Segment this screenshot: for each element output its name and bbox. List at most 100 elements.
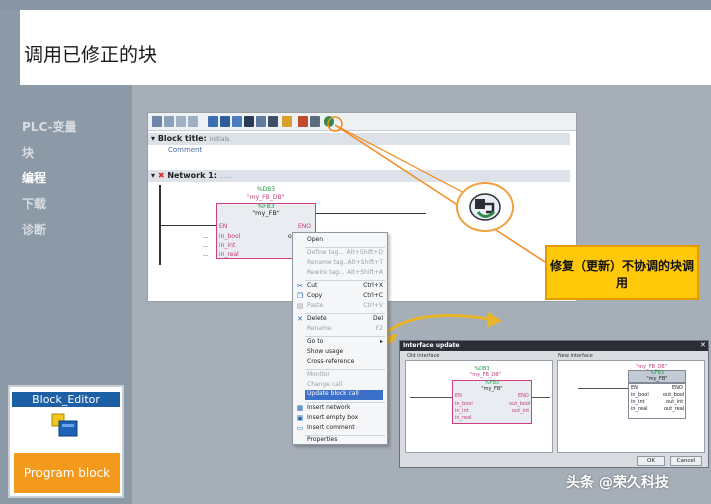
new-wire-left [578, 388, 628, 389]
pin-in-real: in_real [219, 251, 239, 258]
old-pin-out-bool: out_bool [509, 401, 531, 407]
chevron-right-icon: ▸ [379, 338, 383, 345]
menu-item-monitor[interactable]: Monitor [307, 371, 385, 381]
paste-icon: ▤ [296, 302, 304, 310]
update-block-call-icon[interactable] [324, 116, 334, 127]
menu-item-open[interactable]: Open [307, 236, 385, 246]
menu-item-rename-tag[interactable]: Rename tag... Alt+Shift+T [307, 259, 385, 269]
toolbar-icon-12[interactable] [298, 116, 308, 127]
dots-1: ... [203, 233, 209, 240]
new-pin-in-real: in_real [631, 406, 648, 412]
copy-icon: ❐ [296, 292, 304, 300]
program-block-button[interactable]: Program block [14, 453, 120, 493]
menu-item-rewire-tag[interactable]: Rewire tag... Alt+Shift+A [307, 269, 385, 279]
cancel-button[interactable]: Cancel [670, 456, 702, 466]
old-fb-name: "my_FB" [481, 386, 503, 392]
insert-network-icon: ▦ [296, 404, 304, 412]
toolbar-icon-4[interactable] [188, 116, 198, 127]
toolbar-icon-6[interactable] [220, 116, 230, 127]
nav-item-download[interactable]: 下载 [22, 195, 46, 212]
close-icon[interactable]: ✕ [700, 341, 706, 349]
old-pin-en: EN [455, 393, 462, 399]
toolbar-icon-7[interactable] [232, 116, 242, 127]
pin-en: EN [219, 223, 228, 230]
dialog-title: Interface update [400, 341, 708, 351]
editor-toolbar [148, 113, 576, 131]
old-wire-right [532, 397, 550, 398]
menu-separator [305, 280, 385, 281]
watermark: 头条 @荣久科技 [566, 475, 669, 491]
old-pin-in-bool: in_bool [455, 401, 473, 407]
toolbar-icon-11[interactable] [282, 116, 292, 127]
rung-line [161, 225, 216, 226]
slide-title: 调用已修正的块 [24, 44, 158, 66]
nav-item-plc-tags[interactable]: PLC-变量 [22, 118, 77, 135]
block-title-value: Initials [209, 136, 230, 143]
old-pin-in-int: in_int [455, 408, 469, 414]
network-value: ...... [219, 173, 232, 180]
menu-item-properties[interactable]: Properties [307, 436, 385, 446]
cut-icon: ✂ [297, 282, 303, 290]
top-bar [0, 0, 711, 10]
menu-separator [305, 402, 385, 403]
menu-separator [305, 369, 385, 370]
old-pin-eno: ENO [518, 393, 529, 399]
network-label: Network 1: [167, 171, 217, 180]
delete-icon: ✕ [297, 315, 303, 323]
block-editor-header: Block_Editor [12, 392, 120, 407]
toolbar-icon-2[interactable] [164, 116, 174, 127]
menu-item-define-tag[interactable]: Define tag... Alt+Shift+D [307, 249, 385, 259]
nav-item-diagnostics[interactable]: 诊断 [22, 221, 46, 238]
block-editor-icon [51, 413, 78, 437]
callout-text: 修复（更新）不协调的块调用 [549, 259, 694, 290]
menu-item-show-usage[interactable]: Show usage [307, 348, 385, 358]
toolbar-icon-5[interactable] [208, 116, 218, 127]
menu-separator [305, 336, 385, 337]
toolbar-icon-10[interactable] [268, 116, 278, 127]
old-db-name: "my_FB_DB" [470, 372, 502, 378]
context-menu: Open Define tag... Alt+Shift+D Rename tag… [292, 232, 388, 445]
new-pin-out-bool: out_bool [663, 392, 685, 398]
new-pin-eno: ENO [672, 385, 683, 391]
nav-item-programming[interactable]: 编程 [22, 169, 46, 186]
db-number: %DB3 [256, 186, 276, 193]
menu-separator [305, 247, 385, 248]
menu-item-cut[interactable]: Cut Ctrl+X [307, 282, 385, 292]
menu-item-delete[interactable]: Delete Del [307, 315, 385, 325]
toolbar-icon-8[interactable] [244, 116, 254, 127]
block-title-section: ▾ Block title: Initials [148, 133, 570, 145]
old-wire-left [410, 397, 452, 398]
old-interface-label: Old interface [407, 353, 440, 359]
toolbar-icon-1[interactable] [152, 116, 162, 127]
menu-item-paste[interactable]: Paste Ctrl+V [307, 302, 385, 312]
pin-in-bool: in_bool [219, 233, 241, 240]
menu-item-copy[interactable]: Copy Ctrl+C [307, 292, 385, 302]
comment-line[interactable]: Comment [168, 146, 202, 154]
menu-item-cross-reference[interactable]: Cross-reference [307, 358, 385, 368]
menu-item-insert-empty-box[interactable]: Insert empty box [307, 414, 385, 424]
update-icon-large [469, 193, 501, 221]
insert-box-icon: ▣ [296, 414, 304, 422]
toolbar-icon-13[interactable] [310, 116, 320, 127]
new-pin-out-real: out_real [664, 406, 685, 412]
new-pin-out-int: out_int [666, 399, 684, 405]
toolbar-icon-9[interactable] [256, 116, 266, 127]
old-pin-out-int: out_int [512, 408, 530, 414]
toolbar-icon-3[interactable] [176, 116, 186, 127]
ok-button[interactable]: OK [637, 456, 665, 466]
dots-2: ... [203, 242, 209, 249]
block-title-label: Block title: [157, 134, 207, 143]
menu-item-go-to[interactable]: Go to ▸ [307, 338, 385, 348]
db-name: "my_FB_DB" [247, 194, 285, 201]
menu-item-update-block-call[interactable]: Update block call [305, 390, 383, 400]
network-section: ▾ ✖ Network 1: ...... [148, 170, 570, 182]
menu-item-rename[interactable]: Rename F2 [307, 325, 385, 335]
new-pin-in-int: in_int [631, 399, 645, 405]
menu-item-insert-network[interactable]: Insert network [307, 404, 385, 414]
insert-comment-icon: ▭ [296, 424, 304, 432]
nav-item-blocks[interactable]: 块 [22, 144, 34, 161]
menu-item-insert-comment[interactable]: Insert comment [307, 424, 385, 434]
dots-3: ... [203, 251, 209, 258]
new-interface-label: New interface [558, 353, 593, 359]
new-pin-en: EN [631, 385, 638, 391]
